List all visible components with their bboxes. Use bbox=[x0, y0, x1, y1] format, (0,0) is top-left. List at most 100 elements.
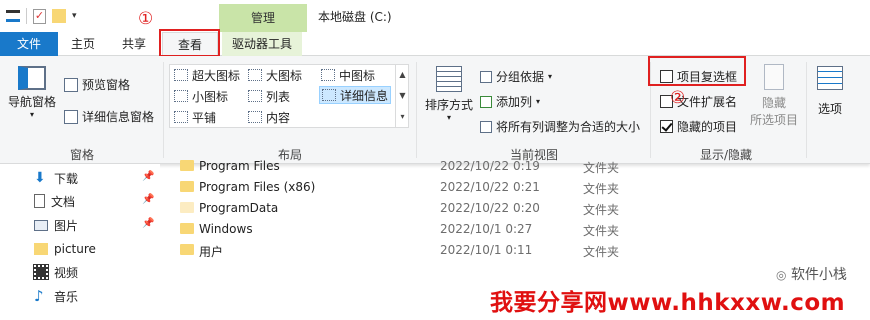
layout-scroll[interactable]: ▲ ▼ ▾ bbox=[395, 64, 409, 128]
sort-by-button[interactable]: 排序方式 ▾ bbox=[422, 66, 476, 122]
title-bar: ✓ ▾ 管理 本地磁盘 (C:) bbox=[0, 0, 870, 34]
group-label-panes: 窗格 bbox=[70, 148, 95, 162]
content-icon bbox=[248, 111, 262, 123]
wechat-watermark: ◎ 软件小栈 bbox=[776, 267, 847, 283]
layout-small-icons[interactable]: 小图标 bbox=[174, 87, 228, 105]
layout-gallery: 超大图标 大图标 中图标 小图标 列表 详细信息 平铺 内容 bbox=[169, 64, 409, 128]
nav-pane-button[interactable]: 导航窗格 ▾ bbox=[6, 66, 58, 119]
tab-file[interactable]: 文件 bbox=[0, 32, 58, 56]
details-pane-icon bbox=[64, 109, 78, 124]
table-row[interactable]: Program Files 2022/10/22 0:19 文件夹 bbox=[180, 157, 820, 177]
chevron-down-icon: ▾ bbox=[446, 113, 451, 122]
group-by-icon bbox=[480, 70, 492, 83]
options-button[interactable]: 选项 bbox=[812, 66, 848, 117]
pin-icon[interactable]: 📌 bbox=[142, 194, 154, 205]
file-date: 2022/10/22 0:20 bbox=[440, 201, 540, 215]
new-folder-icon[interactable] bbox=[52, 9, 66, 23]
file-date: 2022/10/1 0:11 bbox=[440, 243, 533, 257]
nav-item-documents[interactable]: 文档 bbox=[34, 190, 75, 212]
properties-icon[interactable]: ✓ bbox=[33, 8, 46, 24]
folder-icon bbox=[34, 243, 48, 255]
layout-tiles[interactable]: 平铺 bbox=[174, 108, 216, 126]
fit-columns-button[interactable]: 将所有列调整为合适的大小 bbox=[480, 118, 640, 135]
file-name: Program Files (x86) bbox=[199, 180, 316, 194]
folder-icon bbox=[180, 223, 194, 234]
expand-gallery-icon[interactable]: ▾ bbox=[396, 106, 409, 127]
chevron-down-icon: ▾ bbox=[29, 110, 34, 119]
large-icons-icon bbox=[248, 69, 262, 81]
options-icon bbox=[817, 66, 843, 90]
layout-extra-large-icons[interactable]: 超大图标 bbox=[174, 66, 240, 84]
nav-item-downloads[interactable]: ⬇ 下载 bbox=[34, 167, 78, 189]
table-row[interactable]: Windows 2022/10/1 0:27 文件夹 bbox=[180, 220, 820, 240]
annotation-box-view-tab bbox=[159, 29, 220, 57]
tiles-icon bbox=[174, 111, 188, 123]
tab-home[interactable]: 主页 bbox=[60, 32, 106, 56]
divider bbox=[26, 8, 27, 24]
file-type: 文件夹 bbox=[583, 245, 620, 259]
site-watermark: 我要分享网www.hhkxxw.com bbox=[490, 290, 846, 316]
file-name: ProgramData bbox=[199, 201, 279, 215]
file-type: 文件夹 bbox=[583, 182, 620, 196]
scroll-up-icon[interactable]: ▲ bbox=[396, 64, 409, 85]
file-name: Windows bbox=[199, 222, 253, 236]
pictures-icon bbox=[34, 219, 48, 231]
explorer-icon[interactable] bbox=[6, 10, 20, 22]
wechat-icon: ◎ bbox=[776, 268, 787, 282]
layout-large-icons[interactable]: 大图标 bbox=[248, 66, 302, 84]
pin-icon[interactable]: 📌 bbox=[142, 218, 154, 229]
fit-columns-icon bbox=[480, 120, 492, 133]
scroll-down-icon[interactable]: ▼ bbox=[396, 85, 409, 106]
customize-qat-icon[interactable]: ▾ bbox=[72, 11, 77, 21]
details-pane-button[interactable]: 详细信息窗格 bbox=[64, 108, 154, 125]
table-row[interactable]: ProgramData 2022/10/22 0:20 文件夹 bbox=[180, 199, 820, 219]
layout-content[interactable]: 内容 bbox=[248, 108, 290, 126]
layout-medium-icons[interactable]: 中图标 bbox=[321, 66, 375, 84]
file-date: 2022/10/22 0:21 bbox=[440, 180, 540, 194]
folder-icon bbox=[180, 181, 194, 192]
document-icon bbox=[34, 194, 45, 208]
file-type: 文件夹 bbox=[583, 224, 620, 238]
file-date: 2022/10/22 0:19 bbox=[440, 159, 540, 173]
annotation-number-2: ② bbox=[670, 88, 686, 108]
sort-icon bbox=[436, 66, 462, 92]
hide-selected-button[interactable]: 隐藏 所选项目 bbox=[748, 64, 800, 128]
layout-details[interactable]: 详细信息 bbox=[319, 86, 392, 104]
navigation-pane: ⬇ 下载 📌 文档 📌 图片 📌 picture 视频 ♪ 音乐 bbox=[0, 164, 160, 320]
file-name: Program Files bbox=[199, 159, 280, 173]
annotation-number-1: ① bbox=[138, 9, 154, 29]
hidden-items-checkbox[interactable] bbox=[660, 120, 673, 133]
nav-item-picture-folder[interactable]: picture bbox=[34, 238, 96, 260]
ribbon-tab-row: 文件 主页 共享 查看 驱动器工具 bbox=[0, 32, 870, 57]
extra-large-icons-icon bbox=[174, 69, 188, 81]
preview-pane-button[interactable]: 预览窗格 bbox=[64, 76, 130, 93]
file-type: 文件夹 bbox=[583, 161, 620, 175]
nav-item-pictures[interactable]: 图片 bbox=[34, 214, 78, 236]
video-icon bbox=[33, 264, 49, 280]
folder-icon bbox=[180, 160, 194, 171]
add-column-icon bbox=[480, 95, 492, 108]
file-name: 用户 bbox=[199, 245, 224, 259]
file-type: 文件夹 bbox=[583, 203, 620, 217]
hide-selected-icon bbox=[764, 64, 784, 90]
layout-list[interactable]: 列表 bbox=[248, 87, 290, 105]
preview-pane-icon bbox=[64, 77, 78, 92]
medium-icons-icon bbox=[321, 69, 335, 81]
nav-item-videos[interactable]: 视频 bbox=[33, 261, 78, 283]
hidden-folder-icon bbox=[180, 202, 194, 213]
annotation-box-hidden-items bbox=[648, 56, 746, 86]
chevron-down-icon: ▾ bbox=[536, 97, 541, 106]
add-column-button[interactable]: 添加列 ▾ bbox=[480, 93, 540, 110]
tab-drive-tools[interactable]: 驱动器工具 bbox=[222, 32, 302, 56]
file-date: 2022/10/1 0:27 bbox=[440, 222, 533, 236]
table-row[interactable]: 用户 2022/10/1 0:11 文件夹 bbox=[180, 241, 820, 261]
list-icon bbox=[248, 90, 262, 102]
hidden-items-toggle[interactable]: 隐藏的项目 bbox=[660, 118, 737, 135]
group-by-button[interactable]: 分组依据 ▾ bbox=[480, 68, 552, 85]
nav-item-music[interactable]: ♪ 音乐 bbox=[34, 285, 78, 307]
tab-share[interactable]: 共享 bbox=[108, 32, 160, 56]
table-row[interactable]: Program Files (x86) 2022/10/22 0:21 文件夹 bbox=[180, 178, 820, 198]
pin-icon[interactable]: 📌 bbox=[142, 171, 154, 182]
divider bbox=[163, 62, 164, 158]
small-icons-icon bbox=[174, 90, 188, 102]
